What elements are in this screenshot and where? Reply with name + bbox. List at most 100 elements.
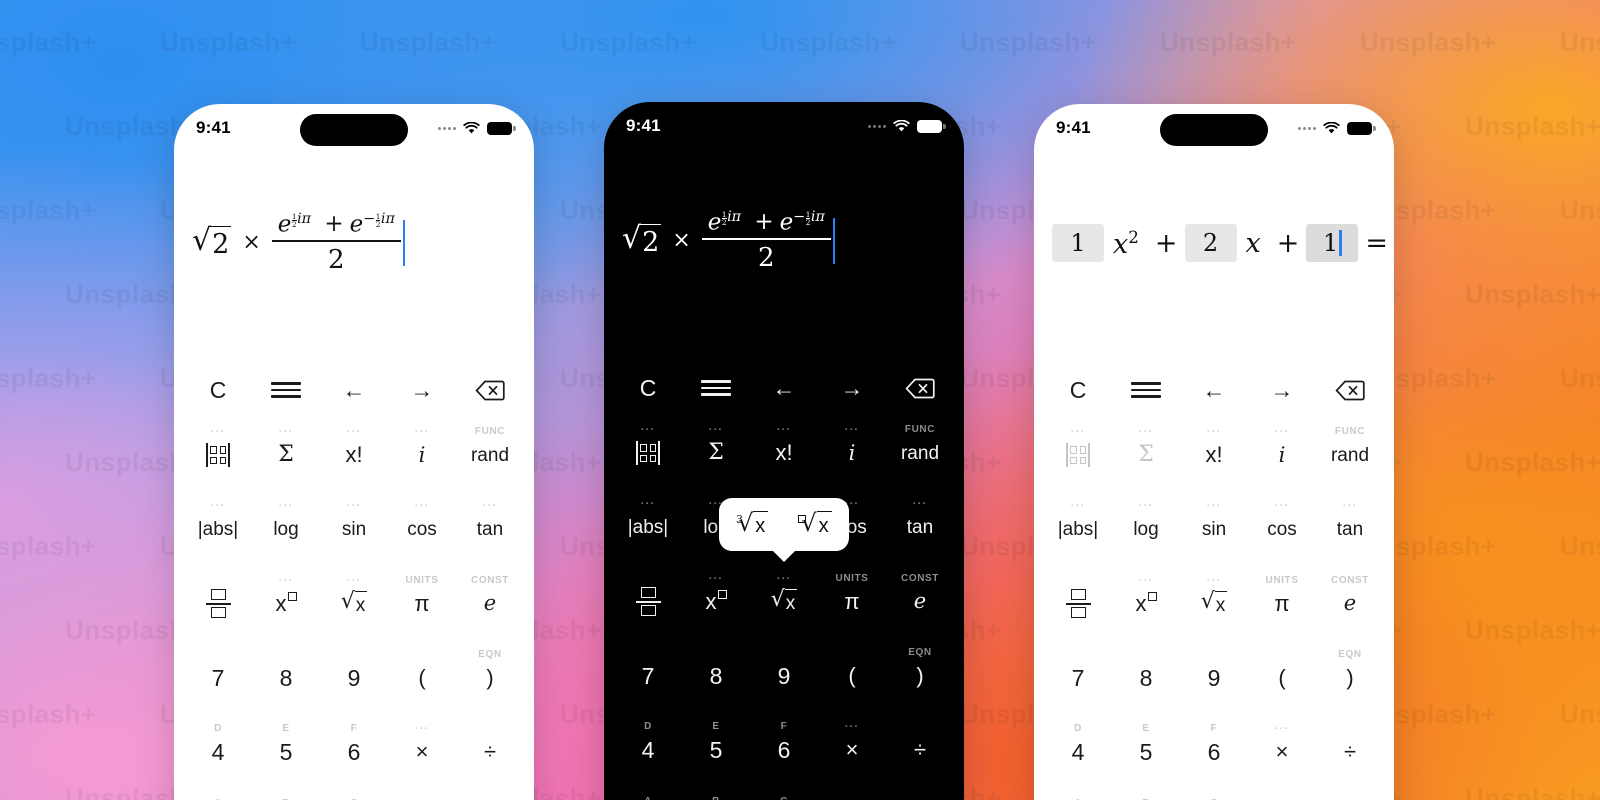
key-summation[interactable]: ··· Σ <box>252 418 320 492</box>
key-digit-7[interactable]: 7 <box>184 641 252 715</box>
key-fraction[interactable] <box>184 567 252 641</box>
key-digit-8[interactable]: 8 <box>1112 641 1180 715</box>
key-summation[interactable]: ··· Σ <box>1112 418 1180 492</box>
key-minus[interactable]: − <box>886 788 954 800</box>
key-matrix[interactable]: ··· <box>614 416 682 490</box>
key-digit-6[interactable]: F6 <box>1180 715 1248 789</box>
key-right[interactable]: → <box>388 378 456 402</box>
key-factorial[interactable]: ··· x! <box>1180 418 1248 492</box>
key-plus[interactable]: + <box>1248 790 1316 800</box>
key-digit-6[interactable]: F6 <box>320 715 388 789</box>
equation-display[interactable]: 1 x2 + 2 x + 1 = 0 <box>1034 152 1394 362</box>
key-tan[interactable]: ··· tan <box>886 490 954 564</box>
key-left[interactable]: ← <box>1180 378 1248 402</box>
key-digit-1[interactable]: A1 <box>1044 790 1112 800</box>
key-imaginary[interactable]: ··· i <box>388 418 456 492</box>
key-paren-open[interactable]: ( <box>1248 641 1316 715</box>
key-pi[interactable]: UNITS π <box>388 567 456 641</box>
key-matrix[interactable]: ··· <box>1044 418 1112 492</box>
tooltip-option-cube-root[interactable]: 3 √ x <box>736 511 769 538</box>
key-digit-1[interactable]: A1 <box>184 790 252 800</box>
key-fraction[interactable] <box>1044 567 1112 641</box>
key-power[interactable]: ··· x <box>252 567 320 641</box>
key-digit-2[interactable]: B2 <box>682 788 750 800</box>
key-minus[interactable]: − <box>1316 790 1384 800</box>
key-cos[interactable]: ··· cos <box>388 492 456 566</box>
key-digit-3[interactable]: C3 <box>1180 790 1248 800</box>
key-matrix[interactable]: ··· <box>184 418 252 492</box>
coefficient-c-slot[interactable]: 1 <box>1306 224 1359 262</box>
key-right[interactable]: → <box>818 376 886 400</box>
key-plus[interactable]: + <box>388 790 456 800</box>
key-paren-open[interactable]: ( <box>388 641 456 715</box>
key-random[interactable]: FUNC rand <box>1316 418 1384 492</box>
key-fraction[interactable] <box>614 565 682 639</box>
key-paren-close[interactable]: EQN) <box>456 641 524 715</box>
key-sin[interactable]: ··· sin <box>1180 492 1248 566</box>
key-digit-5[interactable]: E5 <box>682 713 750 787</box>
key-menu[interactable] <box>682 376 750 399</box>
expression-display[interactable]: √ 2 × e 1 2 iπ + e− 1 2 iπ 2 <box>604 150 964 360</box>
key-digit-2[interactable]: B2 <box>252 790 320 800</box>
key-random[interactable]: FUNC rand <box>886 416 954 490</box>
key-euler[interactable]: CONST e <box>456 567 524 641</box>
key-minus[interactable]: − <box>456 790 524 800</box>
key-log[interactable]: ··· log <box>252 492 320 566</box>
key-absolute[interactable]: ··· |abs| <box>1044 492 1112 566</box>
key-multiply[interactable]: ··· × <box>818 713 886 787</box>
key-digit-3[interactable]: C3 <box>750 788 818 800</box>
coefficient-a-slot[interactable]: 1 <box>1052 224 1104 262</box>
key-power[interactable]: ··· x <box>682 565 750 639</box>
key-digit-1[interactable]: A1 <box>614 788 682 800</box>
key-digit-8[interactable]: 8 <box>682 639 750 713</box>
key-pi[interactable]: UNITS π <box>1248 567 1316 641</box>
key-euler[interactable]: CONST e <box>886 565 954 639</box>
key-right[interactable]: → <box>1248 378 1316 402</box>
key-backspace[interactable] <box>456 380 524 401</box>
key-digit-9[interactable]: 9 <box>750 639 818 713</box>
key-imaginary[interactable]: ··· i <box>1248 418 1316 492</box>
key-menu[interactable] <box>252 378 320 401</box>
key-plus[interactable]: + <box>818 788 886 800</box>
key-paren-close[interactable]: EQN) <box>886 639 954 713</box>
root-options-tooltip[interactable]: 3 √ x √ x <box>719 498 849 551</box>
key-tan[interactable]: ··· tan <box>1316 492 1384 566</box>
key-divide[interactable]: ÷ <box>456 715 524 789</box>
key-tan[interactable]: ··· tan <box>456 492 524 566</box>
key-digit-4[interactable]: D4 <box>1044 715 1112 789</box>
key-backspace[interactable] <box>886 378 954 399</box>
key-backspace[interactable] <box>1316 380 1384 401</box>
key-digit-4[interactable]: D4 <box>614 713 682 787</box>
key-sqrt-x[interactable]: ··· √ x <box>1180 567 1248 641</box>
key-sqrt-x[interactable]: ··· √ x <box>320 567 388 641</box>
key-digit-7[interactable]: 7 <box>1044 641 1112 715</box>
key-digit-8[interactable]: 8 <box>252 641 320 715</box>
key-multiply[interactable]: ··· × <box>388 715 456 789</box>
key-menu[interactable] <box>1112 378 1180 401</box>
key-euler[interactable]: CONST e <box>1316 567 1384 641</box>
key-digit-2[interactable]: B2 <box>1112 790 1180 800</box>
key-digit-4[interactable]: D4 <box>184 715 252 789</box>
key-divide[interactable]: ÷ <box>1316 715 1384 789</box>
key-power[interactable]: ··· x <box>1112 567 1180 641</box>
key-digit-3[interactable]: C3 <box>320 790 388 800</box>
key-paren-open[interactable]: ( <box>818 639 886 713</box>
key-cos[interactable]: ··· cos <box>1248 492 1316 566</box>
key-clear[interactable]: C <box>184 378 252 402</box>
key-log[interactable]: ··· log <box>1112 492 1180 566</box>
key-multiply[interactable]: ··· × <box>1248 715 1316 789</box>
key-clear[interactable]: C <box>614 376 682 400</box>
key-factorial[interactable]: ··· x! <box>750 416 818 490</box>
key-digit-6[interactable]: F6 <box>750 713 818 787</box>
key-digit-5[interactable]: E5 <box>252 715 320 789</box>
expression-display[interactable]: √ 2 × e 1 2 iπ + e− 1 2 iπ 2 <box>174 152 534 362</box>
key-digit-7[interactable]: 7 <box>614 639 682 713</box>
key-sin[interactable]: ··· sin <box>320 492 388 566</box>
key-digit-9[interactable]: 9 <box>1180 641 1248 715</box>
key-divide[interactable]: ÷ <box>886 713 954 787</box>
key-left[interactable]: ← <box>750 376 818 400</box>
key-sqrt-x[interactable]: ··· √ x <box>750 565 818 639</box>
key-factorial[interactable]: ··· x! <box>320 418 388 492</box>
key-digit-5[interactable]: E5 <box>1112 715 1180 789</box>
key-imaginary[interactable]: ··· i <box>818 416 886 490</box>
